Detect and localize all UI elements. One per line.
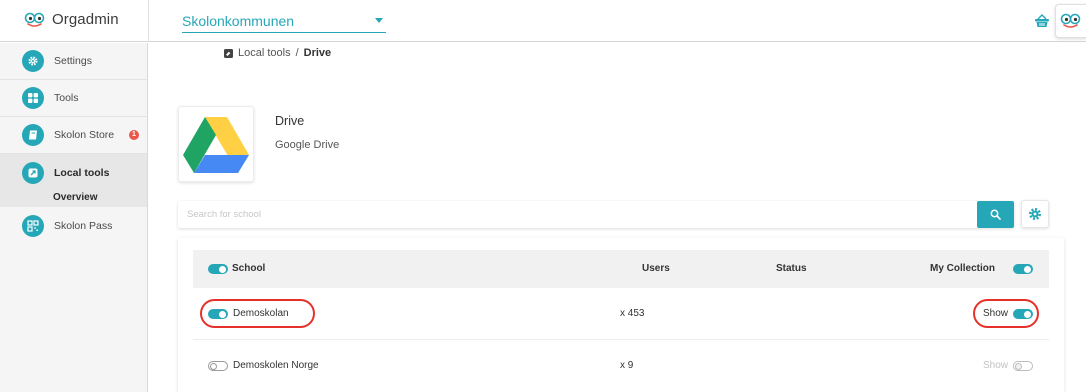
table-row: Demoskolan x 453 Show: [193, 288, 1049, 340]
sidebar-item-label: Settings: [54, 55, 92, 67]
toggle-knob: [210, 362, 217, 370]
user-count: x 453: [620, 308, 645, 319]
table-settings-button[interactable]: [1021, 200, 1049, 228]
toggle-knob: [1024, 265, 1031, 273]
user-menu-button[interactable]: [1055, 4, 1086, 38]
sidebar-item-skolon-pass[interactable]: Skolon Pass: [0, 207, 147, 244]
external-link-icon: [224, 48, 233, 58]
tool-subtitle: Google Drive: [275, 139, 340, 151]
search-bar: [178, 201, 1014, 228]
table-header: School Users Status My Collection: [193, 250, 1049, 288]
search-icon: [990, 209, 1001, 220]
brand[interactable]: Orgadmin: [24, 11, 119, 28]
breadcrumb-parent-link[interactable]: Local tools: [238, 47, 291, 59]
tool-logo: [178, 106, 254, 182]
organization-select[interactable]: Skolonkommunen: [182, 9, 386, 33]
toggle-knob: [1015, 362, 1022, 370]
schools-table: School Users Status My Collection Demosk…: [178, 238, 1064, 392]
gear-icon: [22, 50, 44, 72]
organization-select-value: Skolonkommunen: [182, 12, 295, 29]
external-link-icon: [22, 161, 44, 184]
google-drive-logo-icon: [183, 117, 249, 173]
show-all-toggle[interactable]: [1013, 264, 1033, 274]
tool-name: Drive: [275, 114, 305, 128]
search-button[interactable]: [977, 201, 1014, 228]
sidebar: Settings Tools Skolon Store 1 Local tool…: [0, 43, 148, 392]
annotation-highlight: [200, 299, 315, 328]
show-toggle[interactable]: [1013, 361, 1033, 371]
app-title: Orgadmin: [52, 11, 119, 28]
sidebar-item-label: Skolon Store: [54, 129, 115, 141]
toggle-knob: [219, 265, 226, 273]
divider: [148, 0, 149, 42]
breadcrumb: Local tools / Drive: [224, 47, 331, 59]
column-header-users[interactable]: Users: [642, 263, 670, 274]
book-icon: [22, 124, 44, 146]
gear-icon: [1029, 208, 1041, 220]
basket-icon[interactable]: [1034, 14, 1050, 28]
table-row: Demoskolen Norge x 9 Show: [193, 340, 1049, 392]
annotation-highlight: [973, 299, 1039, 328]
sidebar-item-tools[interactable]: Tools: [0, 80, 147, 117]
column-header-status[interactable]: Status: [776, 263, 807, 274]
column-header-my-collection[interactable]: My Collection: [930, 263, 995, 274]
orgadmin-logo-icon: [24, 12, 45, 27]
select-all-toggle[interactable]: [208, 264, 228, 274]
sidebar-item-settings[interactable]: Settings: [0, 43, 147, 80]
sidebar-item-local-tools[interactable]: Local tools: [0, 154, 147, 191]
user-avatar-icon: [1060, 13, 1081, 28]
sidebar-item-skolon-store[interactable]: Skolon Store 1: [0, 117, 147, 154]
top-bar: Orgadmin Skolonkommunen: [0, 0, 1086, 42]
sidebar-item-label: Tools: [54, 92, 79, 104]
breadcrumb-current: Drive: [303, 47, 332, 59]
breadcrumb-separator: /: [295, 47, 299, 59]
sidebar-item-label: Skolon Pass: [54, 219, 113, 232]
qr-code-icon: [22, 214, 44, 237]
search-input[interactable]: [178, 201, 978, 228]
school-name: Demoskolen Norge: [233, 360, 319, 371]
column-header-school[interactable]: School: [232, 263, 265, 274]
grid-icon: [22, 87, 44, 109]
caret-down-icon: [375, 18, 383, 23]
notification-badge: 1: [129, 130, 139, 140]
sidebar-subitem-overview[interactable]: Overview: [0, 191, 147, 207]
school-toggle[interactable]: [208, 361, 228, 371]
sidebar-item-label: Local tools: [54, 166, 110, 179]
user-count: x 9: [620, 360, 634, 371]
show-label: Show: [983, 360, 1009, 371]
